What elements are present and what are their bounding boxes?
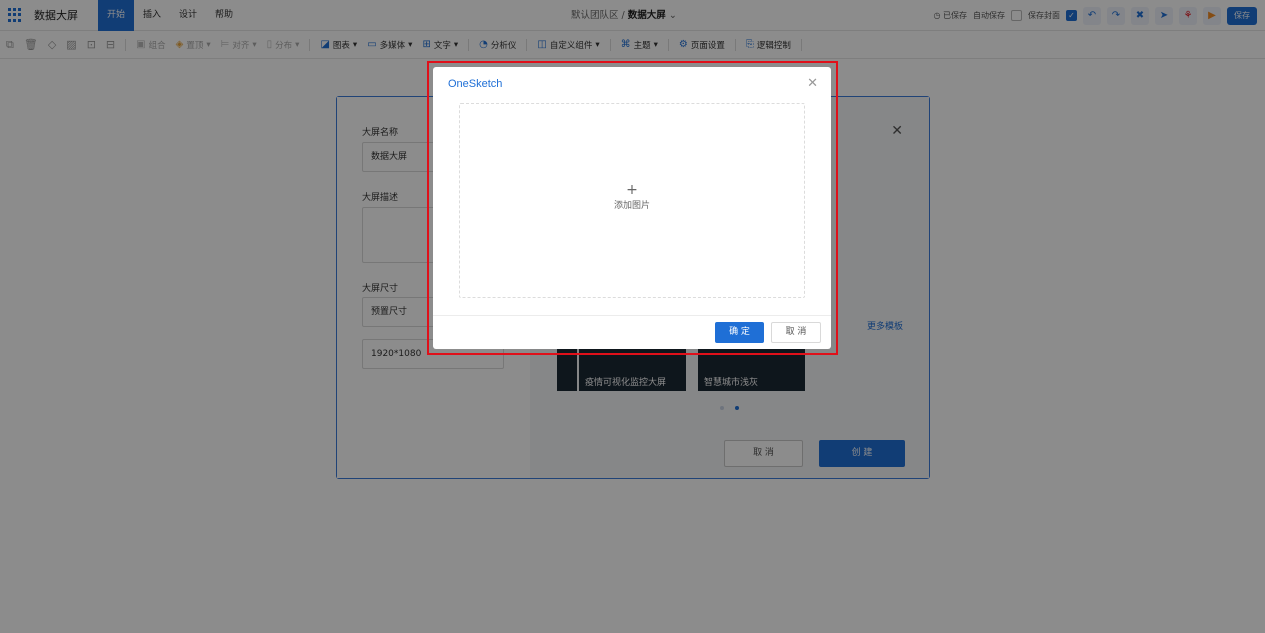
highlight-box — [427, 61, 838, 355]
